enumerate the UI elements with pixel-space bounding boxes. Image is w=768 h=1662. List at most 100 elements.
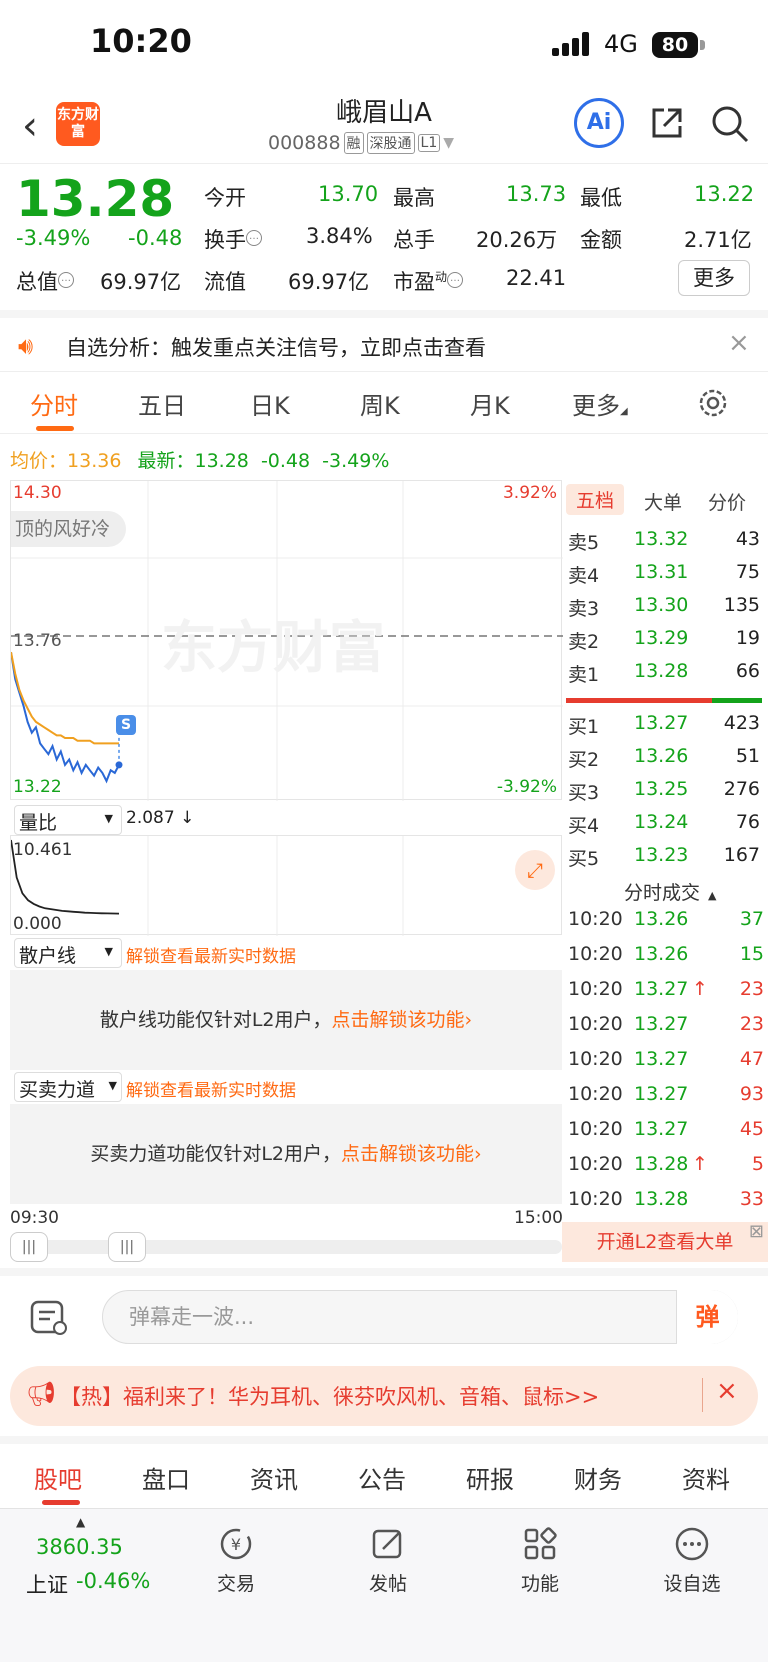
danmu-button[interactable]: 弹 (676, 1290, 738, 1344)
bid-label: 买1 (568, 716, 600, 738)
scroll-handle-right[interactable]: ||| (108, 1232, 146, 1262)
info-icon[interactable]: … (447, 272, 464, 288)
tab-price-dist[interactable]: 分价 (708, 488, 746, 515)
nav-trade[interactable]: ¥ 交易 (186, 1525, 286, 1596)
buy-sell-select[interactable]: 买卖力道 ▼ (14, 1072, 122, 1102)
ask-label: 卖3 (568, 598, 600, 620)
tab-forum[interactable]: 股吧 (34, 1460, 82, 1495)
notice-text[interactable]: 自选分析：触发重点关注信号，立即点击查看 (66, 332, 486, 362)
volume-ratio-select[interactable]: 量比 ▼ (14, 805, 122, 835)
close-icon[interactable]: × (716, 1376, 738, 1406)
last-price: 13.28 (16, 170, 175, 228)
retail-line-locked[interactable]: 散户线功能仅针对L2用户，点击解锁该功能› (10, 970, 562, 1070)
index-change[interactable]: -0.46% (76, 1569, 150, 1593)
tab-handicap[interactable]: 盘口 (142, 1460, 190, 1495)
bid-vol: 423 (723, 712, 760, 734)
tab-daily-k[interactable]: 日K (250, 386, 290, 421)
tab-profile[interactable]: 资料 (682, 1460, 730, 1495)
info-icon[interactable]: … (58, 272, 74, 288)
trade-volume: 47 (739, 1048, 764, 1070)
bid-vol: 276 (723, 778, 760, 800)
trade-price: 13.27 (634, 1118, 689, 1140)
search-icon[interactable] (710, 104, 750, 144)
tab-news[interactable]: 资讯 (250, 1460, 298, 1495)
mktcap-value: 69.97亿 (100, 270, 182, 294)
trades-title[interactable]: 分时成交 ▲ (624, 878, 716, 905)
back-icon[interactable]: ‹ (22, 106, 38, 146)
trade-row: 10:20 13.27 45 (568, 1118, 768, 1153)
analysis-notice[interactable]: 🔊︎ 自选分析：触发重点关注信号，立即点击查看 × (0, 310, 768, 372)
tab-big-orders[interactable]: 大单 (644, 488, 682, 515)
expand-icon[interactable]: ⤢ (515, 850, 555, 890)
close-icon[interactable]: × (728, 328, 750, 358)
tab-research[interactable]: 研报 (466, 1460, 514, 1495)
x-start-label: 09:30 (10, 1208, 59, 1228)
bid-label: 买2 (568, 749, 600, 771)
buysell-lock-text[interactable]: 解锁查看最新实时数据 (126, 1076, 296, 1101)
gear-icon[interactable] (696, 386, 730, 420)
volume-ratio-plot (11, 836, 404, 936)
pe-label[interactable]: 市盈动… (393, 266, 464, 296)
retail-lock-text[interactable]: 解锁查看最新实时数据 (126, 942, 296, 967)
tab-announcements[interactable]: 公告 (358, 1460, 406, 1495)
trade-row: 10:20 13.28 33 (568, 1188, 768, 1223)
buy-sell-locked[interactable]: 买卖力道功能仅针对L2用户，点击解锁该功能› (10, 1104, 562, 1204)
info-icon[interactable]: … (246, 230, 262, 246)
last-point (115, 761, 123, 769)
tab-five-day[interactable]: 五日 (138, 386, 186, 421)
trade-price: 13.27 (634, 1013, 689, 1035)
scroll-handle-left[interactable]: ||| (10, 1232, 48, 1262)
tab-five-levels[interactable]: 五档 (566, 484, 625, 515)
mktcap-label[interactable]: 总值… (16, 266, 74, 296)
dropdown-icon[interactable]: ▼ (443, 135, 454, 151)
nav-add-watchlist[interactable]: 设自选 (642, 1525, 742, 1596)
bid-label: 买4 (568, 815, 600, 837)
turnover-label[interactable]: 换手… (204, 224, 262, 254)
promo-banner[interactable]: 📢︎ 【热】福利来了！华为耳机、徕芬吹风机、音箱、鼠标>> × (10, 1366, 758, 1426)
intraday-chart[interactable]: 14.30 3.92% 13.76 13.22 -3.92% 东方财富 顶的风好… (10, 480, 563, 801)
turnover-value: 3.84% (306, 224, 373, 248)
ask-price: 13.30 (634, 594, 689, 616)
trade-volume: 23 (739, 978, 764, 1000)
ask-label: 卖5 (568, 532, 600, 554)
trade-volume: 15 (739, 943, 764, 965)
danmu-input[interactable]: 弹幕走一波... (102, 1290, 738, 1344)
vol-top-label: 10.461 (13, 840, 73, 860)
ask-row: 卖1 13.28 66 (568, 660, 764, 690)
memo-icon[interactable] (28, 1298, 70, 1338)
unlock-link[interactable]: 点击解锁该功能› (332, 1009, 473, 1031)
bid-ask-ratio-bar (566, 698, 762, 703)
tag-level: L1 (417, 134, 441, 152)
tab-more[interactable]: 更多◢ (572, 386, 628, 421)
tab-weekly-k[interactable]: 周K (360, 386, 400, 421)
danmu-bubble: 顶的风好冷 (11, 511, 127, 547)
index-value[interactable]: 3860.35 (36, 1535, 123, 1559)
s-marker-icon[interactable]: S (116, 715, 136, 735)
trade-price: 13.28 (634, 1188, 689, 1210)
unlock-link[interactable]: 点击解锁该功能› (341, 1143, 482, 1165)
stock-header: 峨眉山A ‹ 东方财富 000888 融 深股通 L1 ▼ Ai (0, 90, 768, 162)
promo-text[interactable]: 【热】福利来了！华为耳机、徕芬吹风机、音箱、鼠标>> (60, 1381, 599, 1411)
trade-time: 10:20 (568, 1083, 623, 1105)
ask-vol: 75 (735, 561, 760, 583)
ask-row: 卖2 13.29 19 (568, 627, 764, 657)
retail-line-select[interactable]: 散户线 ▼ (14, 938, 122, 968)
stock-code-row: 000888 融 深股通 L1 ▼ (268, 132, 454, 154)
time-scroller[interactable] (10, 1240, 562, 1254)
l2-banner[interactable]: 开通L2查看大单 ⊠ (562, 1221, 768, 1262)
ask-price: 13.29 (634, 627, 689, 649)
tab-intraday[interactable]: 分时 (30, 386, 78, 421)
trade-volume: 33 (739, 1188, 764, 1210)
more-button[interactable]: 更多 (678, 260, 750, 296)
nav-post[interactable]: 发帖 (338, 1525, 438, 1596)
ask-row: 卖5 13.32 43 (568, 528, 764, 558)
tab-finance[interactable]: 财务 (574, 1460, 622, 1495)
share-icon[interactable] (648, 104, 686, 142)
bid-vol: 51 (735, 745, 760, 767)
active-tab-indicator (36, 426, 74, 431)
bid-row: 买4 13.24 76 (568, 811, 764, 841)
index-name[interactable]: 上证 (26, 1569, 68, 1599)
tab-monthly-k[interactable]: 月K (470, 386, 510, 421)
ai-button[interactable]: Ai (574, 98, 624, 148)
nav-functions[interactable]: 功能 (490, 1525, 590, 1596)
